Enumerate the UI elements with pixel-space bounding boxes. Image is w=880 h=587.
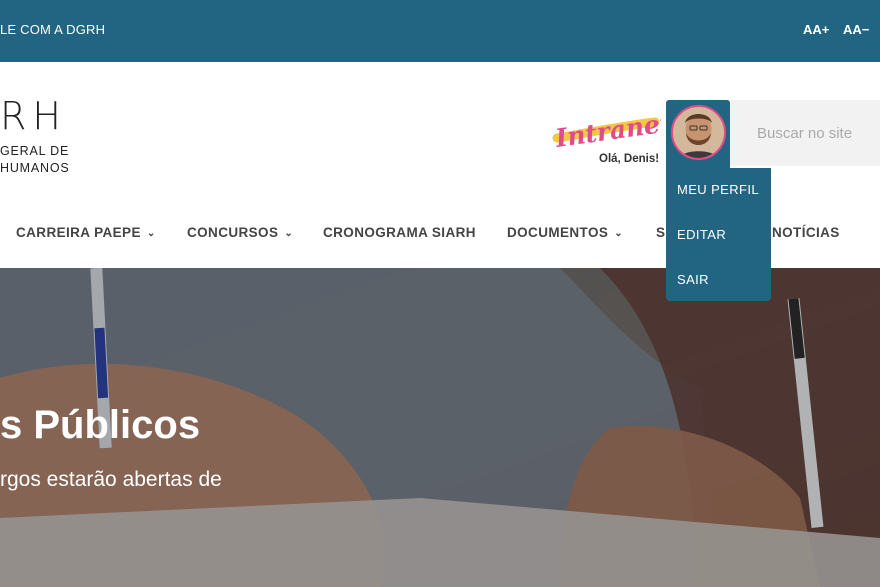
nav-item-label: DOCUMENTOS bbox=[507, 225, 609, 240]
search-input[interactable] bbox=[730, 100, 880, 166]
nav-item-partial[interactable]: S bbox=[656, 225, 665, 240]
profile-dropdown-menu: MEU PERFIL EDITAR SAIR bbox=[666, 168, 771, 301]
top-bar: LE COM A DGRH AA+ AA− bbox=[0, 0, 880, 62]
chevron-down-icon: ⌄ bbox=[146, 228, 156, 239]
nav-item-carreira-paepe[interactable]: CARREIRA PAEPE ⌄ bbox=[16, 225, 156, 240]
nav-item-label: CONCURSOS bbox=[187, 225, 279, 240]
search-box bbox=[730, 100, 880, 166]
intranet-logo[interactable]: Intranet bbox=[551, 108, 661, 152]
user-avatar-button[interactable] bbox=[666, 100, 730, 168]
menu-item-editar[interactable]: EDITAR bbox=[677, 227, 726, 242]
nav-item-label: NOTÍCIAS bbox=[772, 225, 840, 240]
menu-item-meu-perfil[interactable]: MEU PERFIL bbox=[677, 182, 759, 197]
chevron-down-icon: ⌄ bbox=[614, 228, 624, 239]
menu-item-sair[interactable]: SAIR bbox=[677, 272, 709, 287]
nav-item-label: CARREIRA PAEPE bbox=[16, 225, 141, 240]
nav-item-documentos[interactable]: DOCUMENTOS ⌄ bbox=[507, 225, 623, 240]
nav-item-label: S bbox=[656, 225, 666, 240]
site-logo[interactable]: RH bbox=[0, 96, 67, 136]
intranet-logo-text: Intranet bbox=[553, 108, 661, 152]
logo-text-line1: GERAL DE bbox=[0, 144, 70, 158]
chevron-down-icon: ⌄ bbox=[284, 228, 294, 239]
nav-item-concursos[interactable]: CONCURSOS ⌄ bbox=[187, 225, 293, 240]
nav-item-label: CRONOGRAMA SIARH bbox=[323, 225, 476, 240]
user-greeting: Olá, Denis! bbox=[599, 153, 660, 165]
hero-subtitle: rgos estarão abertas de bbox=[0, 468, 222, 491]
hero-title: s Públicos bbox=[0, 403, 201, 447]
nav-item-cronograma-siarh[interactable]: CRONOGRAMA SIARH bbox=[323, 225, 476, 240]
nav-item-noticias[interactable]: NOTÍCIAS bbox=[772, 225, 840, 240]
logo-text-line2: HUMANOS bbox=[0, 161, 70, 175]
font-increase-button[interactable]: AA+ bbox=[803, 22, 829, 37]
avatar bbox=[671, 105, 726, 160]
hero-banner: s Públicos rgos estarão abertas de bbox=[0, 268, 880, 587]
contact-link[interactable]: LE COM A DGRH bbox=[0, 22, 105, 37]
font-decrease-button[interactable]: AA− bbox=[843, 22, 869, 37]
